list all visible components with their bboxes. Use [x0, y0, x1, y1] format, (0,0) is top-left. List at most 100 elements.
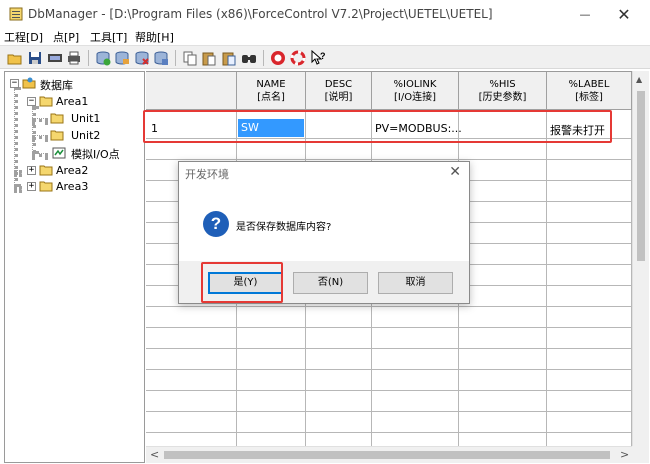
grid-row-line [146, 432, 632, 433]
yes-button[interactable]: 是(Y) [208, 272, 283, 294]
tree-collapse-area1[interactable]: − [27, 97, 36, 106]
close-button[interactable]: ✕ [598, 0, 650, 28]
grid-row-line [146, 306, 632, 307]
import-icon[interactable] [47, 50, 63, 66]
folder-icon [39, 165, 53, 176]
column-header-desc[interactable]: DESC [说明] [306, 72, 372, 110]
tree-item-unit1[interactable]: Unit1 [71, 112, 100, 125]
grid-row-line [146, 327, 632, 328]
tree-item-area2[interactable]: Area2 [56, 164, 88, 177]
tree-item-analog-io[interactable]: 模拟I/O点 [71, 146, 120, 162]
folder-icon [50, 130, 64, 141]
tree-item-area1[interactable]: Area1 [56, 95, 88, 108]
database-icon [22, 77, 36, 89]
print-icon[interactable] [66, 50, 82, 66]
database-tree: − 数据库 − Area1 Unit1 Unit2 模拟I/O点 + Area2… [4, 71, 145, 463]
scroll-left-icon[interactable]: < [150, 448, 159, 461]
tree-connector [14, 170, 22, 174]
menu-tools[interactable]: 工具[T] [90, 29, 127, 45]
toolbar-separator [88, 50, 89, 66]
folder-icon [39, 96, 53, 107]
tree-connector [32, 106, 36, 154]
title-bar: DbManager - [D:\Program Files (x86)\Forc… [0, 0, 650, 28]
cancel-button[interactable]: 取消 [378, 272, 453, 294]
copy-icon[interactable] [182, 50, 198, 66]
paste-icon[interactable] [201, 50, 217, 66]
svg-text:?: ? [320, 51, 326, 61]
dialog-message: 是否保存数据库内容? [236, 222, 332, 233]
scroll-thumb[interactable] [637, 91, 645, 261]
grid-row-line [146, 159, 632, 160]
scroll-up-icon[interactable]: ▲ [636, 75, 642, 84]
scroll-thumb[interactable] [164, 451, 610, 459]
window-title: DbManager - [D:\Program Files (x86)\Forc… [28, 7, 493, 21]
edit-point-icon[interactable] [114, 50, 130, 66]
toolbar: ? [0, 45, 650, 69]
analog-io-icon [52, 147, 66, 159]
whats-this-icon[interactable]: ? [310, 50, 326, 66]
row-header-corner [146, 72, 237, 110]
tree-connector [32, 153, 48, 157]
tree-connector [14, 186, 22, 190]
cell-iolink[interactable]: PV=MODBUS:... [375, 122, 462, 135]
open-icon[interactable] [7, 50, 23, 66]
delete-point-icon[interactable] [134, 50, 150, 66]
row-index[interactable]: 1 [151, 122, 158, 135]
column-subtitle: [点名] [257, 92, 285, 103]
dialog-button-bar: 是(Y) 否(N) 取消 [179, 261, 469, 303]
grid-row-line [146, 369, 632, 370]
column-header-iolink[interactable]: %IOLINK [I/O连接] [372, 72, 459, 110]
column-subtitle: [I/O连接] [394, 92, 436, 103]
column-title: %HIS [489, 79, 516, 90]
column-header-label[interactable]: %LABEL [标签] [547, 72, 632, 110]
tree-connector [32, 118, 48, 122]
folder-icon [50, 113, 64, 124]
menu-project[interactable]: 工程[D] [4, 29, 43, 45]
find-icon[interactable] [241, 50, 257, 66]
cell-label[interactable]: 报警未打开 [550, 122, 605, 138]
dialog-close-button[interactable]: ✕ [449, 164, 461, 180]
question-icon: ? [203, 211, 229, 237]
save-icon[interactable] [27, 50, 43, 66]
save-dialog: 开发环境 ✕ ? 是否保存数据库内容? 是(Y) 否(N) 取消 [178, 161, 470, 304]
app-icon [9, 7, 23, 21]
cell-name[interactable]: SW [238, 119, 304, 137]
help-ring-icon[interactable] [290, 50, 306, 66]
grid-row-line [146, 138, 632, 139]
menu-point[interactable]: 点[P] [53, 29, 79, 45]
tree-collapse-root[interactable]: − [10, 79, 19, 88]
column-subtitle: [历史参数] [478, 92, 527, 103]
column-title: %IOLINK [393, 79, 437, 90]
scroll-corner [632, 446, 649, 463]
add-point-icon[interactable] [95, 50, 111, 66]
tree-item-area3[interactable]: Area3 [56, 180, 88, 193]
tree-expand-area3[interactable]: + [27, 182, 36, 191]
column-subtitle: [标签] [575, 92, 603, 103]
column-subtitle: [说明] [324, 92, 353, 103]
toolbar-separator [175, 50, 176, 66]
vertical-scrollbar[interactable]: ▲ [632, 71, 649, 446]
dialog-title: 开发环境 [185, 168, 229, 181]
grid-row-line [146, 411, 632, 412]
tree-item-database[interactable]: 数据库 [40, 77, 73, 93]
menu-bar: 工程[D] 点[P] 工具[T] 帮助[H] [0, 28, 650, 44]
stop-icon[interactable] [270, 50, 286, 66]
batch-icon[interactable] [153, 50, 169, 66]
paste-special-icon[interactable] [221, 50, 237, 66]
column-title: DESC [324, 79, 353, 90]
tree-expand-area2[interactable]: + [27, 166, 36, 175]
column-header-his[interactable]: %HIS [历史参数] [459, 72, 547, 110]
menu-help[interactable]: 帮助[H] [135, 29, 174, 45]
column-header-name[interactable]: NAME [点名] [237, 72, 306, 110]
column-title: NAME [256, 79, 286, 90]
tree-item-unit2[interactable]: Unit2 [71, 129, 100, 142]
toolbar-separator [263, 50, 264, 66]
horizontal-scrollbar[interactable]: < > [146, 446, 632, 463]
no-button[interactable]: 否(N) [293, 272, 368, 294]
grid-row-line [146, 390, 632, 391]
folder-icon [39, 181, 53, 192]
column-title: %LABEL [568, 79, 610, 90]
tree-connector [32, 135, 48, 139]
grid-column-line [546, 110, 547, 446]
scroll-right-icon[interactable]: > [620, 448, 629, 461]
